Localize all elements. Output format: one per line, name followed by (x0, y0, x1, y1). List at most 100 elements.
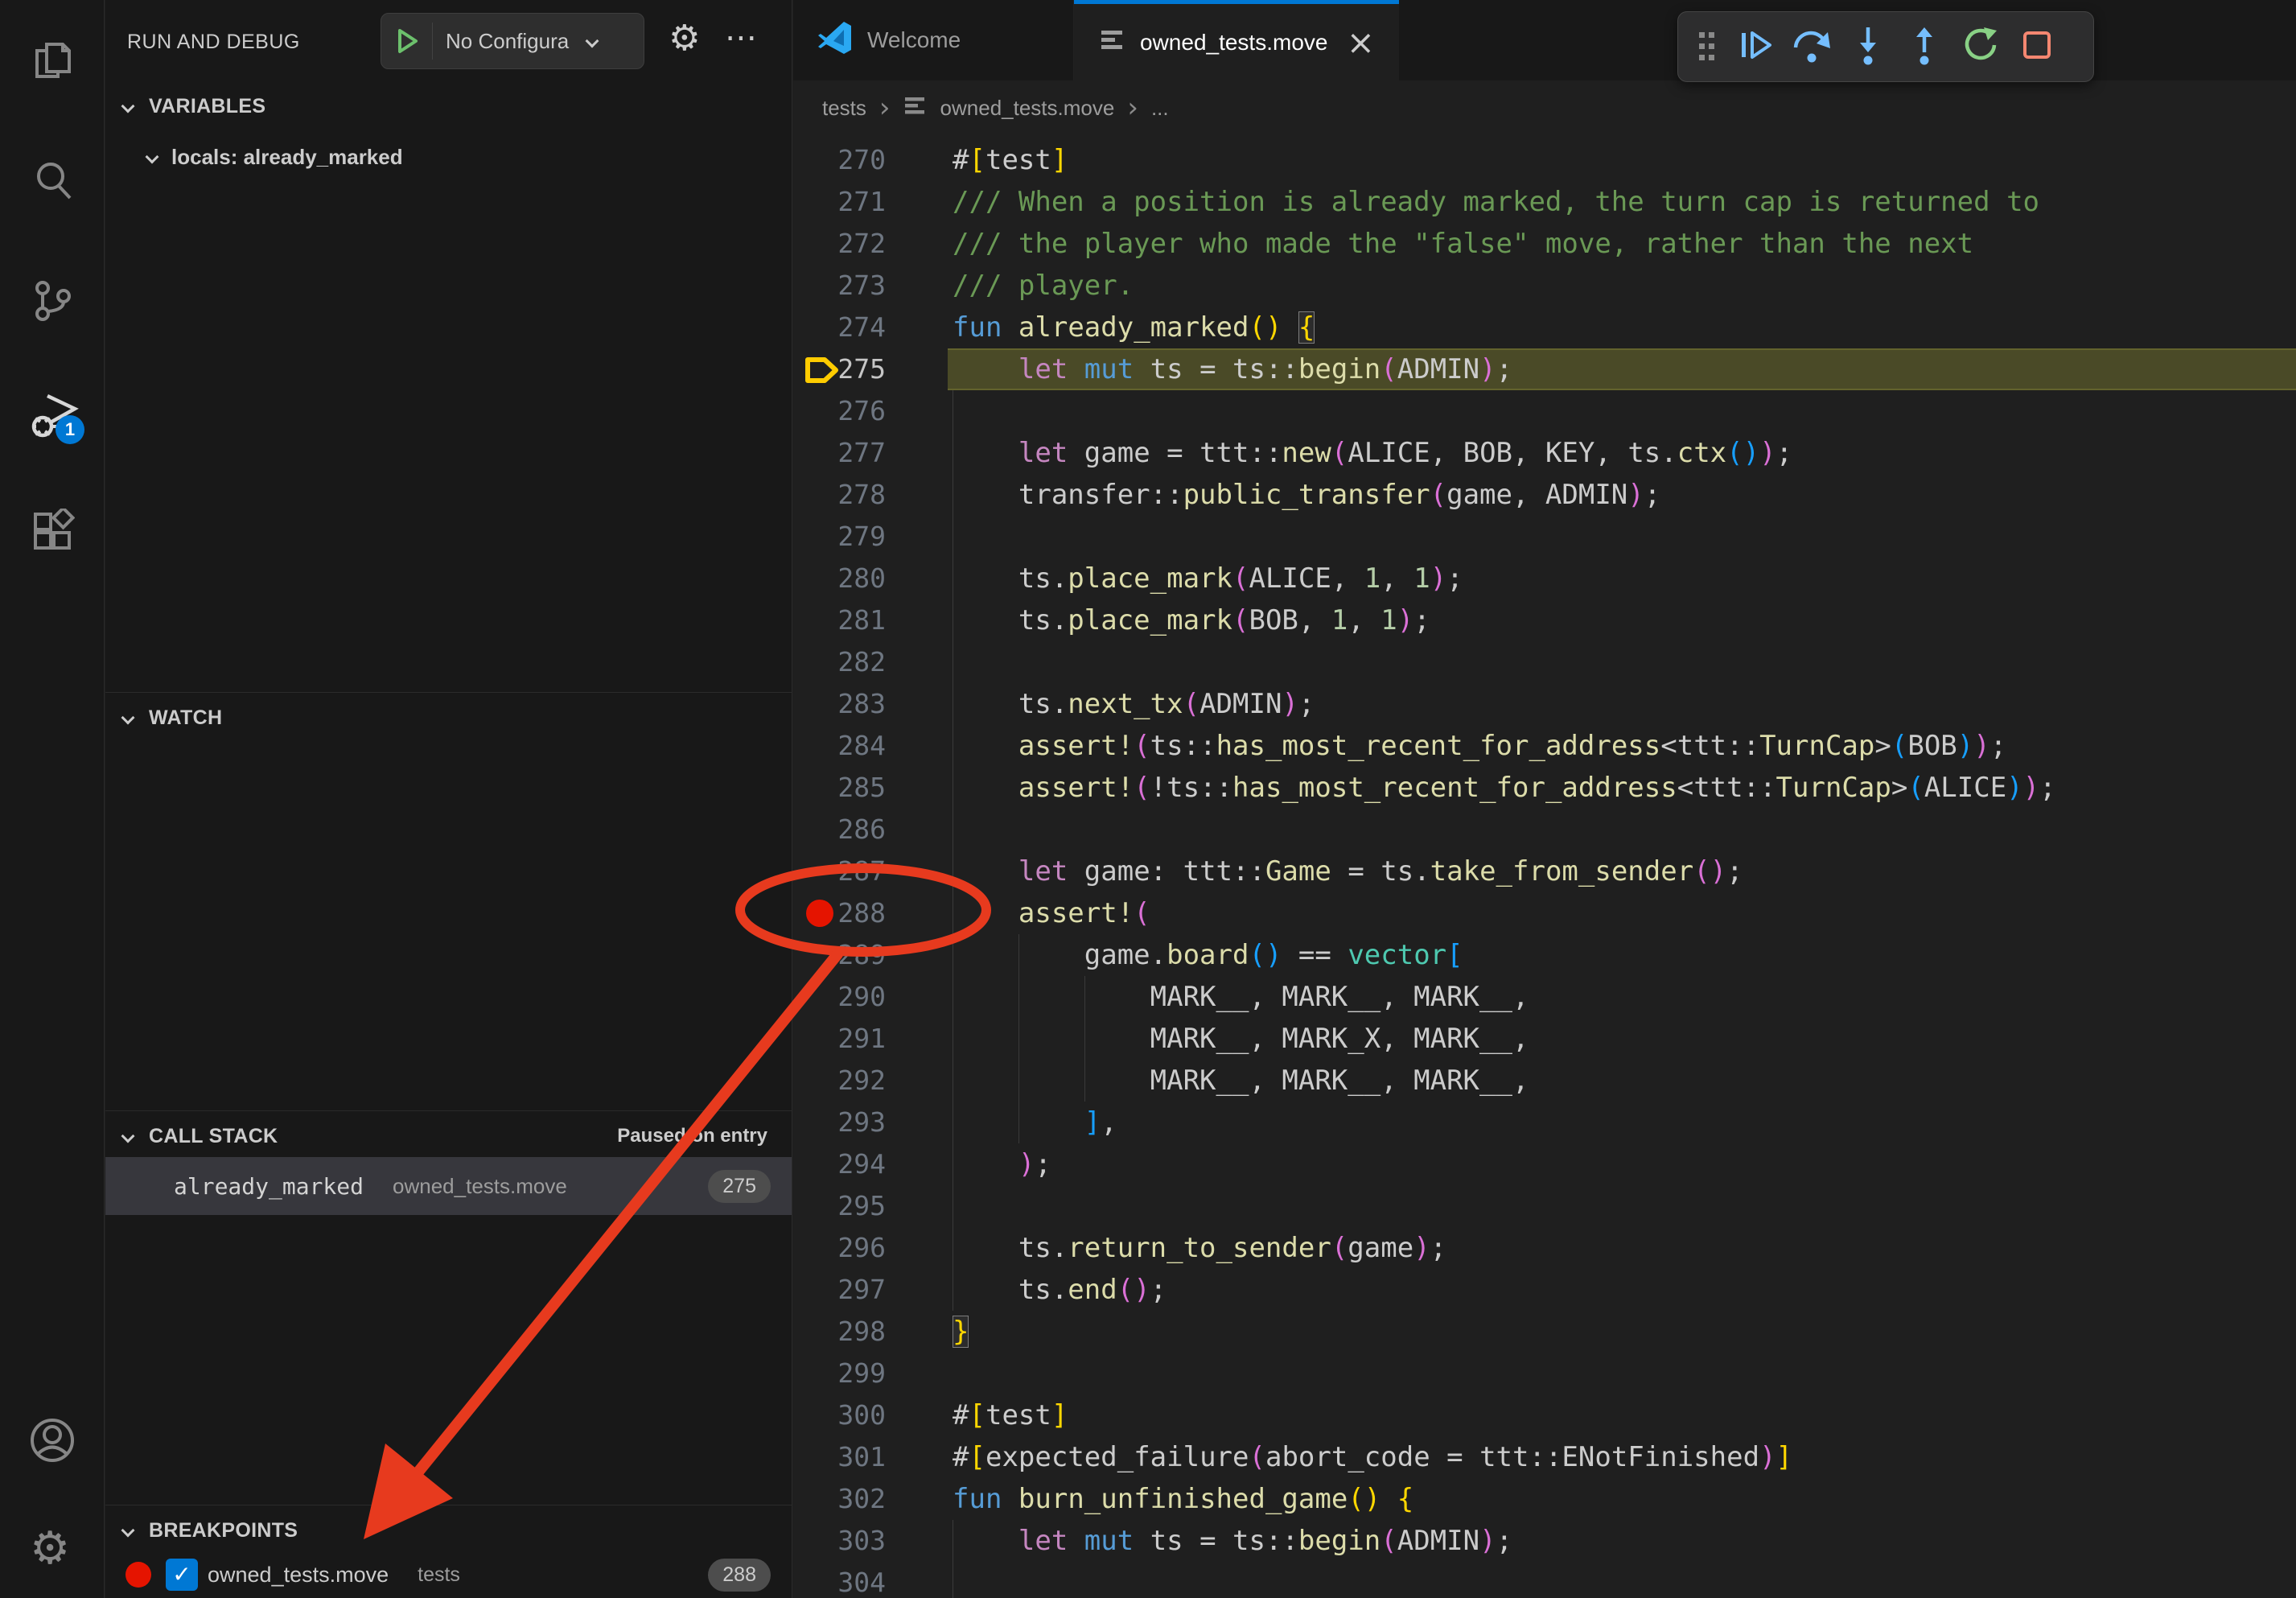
line-number[interactable]: 290 (793, 976, 886, 1018)
code-text[interactable]: /// player. (953, 265, 1134, 307)
close-icon[interactable]: × (1347, 31, 1375, 55)
line-number[interactable]: 273 (793, 265, 886, 307)
code-text[interactable]: ts.next_tx(ADMIN); (953, 683, 1315, 725)
code-text[interactable]: /// the player who made the "false" move… (953, 223, 1973, 265)
line-number[interactable]: 292 (793, 1060, 886, 1102)
code-text[interactable]: MARK__, MARK_X, MARK__, (953, 1018, 1529, 1060)
line-number[interactable]: 293 (793, 1102, 886, 1143)
code-line[interactable]: 303 let mut ts = ts::begin(ADMIN); (793, 1520, 2296, 1562)
code-text[interactable]: let mut ts = ts::begin(ADMIN); (953, 348, 1512, 390)
code-line[interactable]: 299 (793, 1353, 2296, 1394)
step-into-button[interactable] (1842, 21, 1894, 72)
continue-button[interactable] (1730, 21, 1781, 72)
line-number[interactable]: 282 (793, 641, 886, 683)
code-area[interactable]: 270 #[test] 271 /// When a position is alre… (793, 139, 2296, 1598)
code-line[interactable]: 284 assert!(ts::has_most_recent_for_addr… (793, 725, 2296, 767)
code-line[interactable]: 298} (793, 1311, 2296, 1353)
line-number[interactable]: 270 (793, 139, 886, 181)
code-line[interactable]: 273 /// player. (793, 265, 2296, 307)
code-text[interactable]: MARK__, MARK__, MARK__, (953, 976, 1529, 1018)
line-number[interactable]: 291 (793, 1018, 886, 1060)
line-number[interactable]: 279 (793, 516, 886, 558)
line-number[interactable]: 278 (793, 474, 886, 516)
line-number[interactable]: 300 (793, 1394, 886, 1436)
stop-button[interactable] (2011, 21, 2063, 72)
line-number[interactable]: 281 (793, 599, 886, 641)
code-line[interactable]: 281 ts.place_mark(BOB, 1, 1); (793, 599, 2296, 641)
debug-settings-gear-icon[interactable]: ⚙ (669, 18, 700, 59)
line-number[interactable]: 302 (793, 1478, 886, 1520)
code-line[interactable]: 292 MARK__, MARK__, MARK__, (793, 1060, 2296, 1102)
code-text[interactable]: let mut ts = ts::begin(ADMIN); (953, 1520, 1512, 1562)
breadcrumb-folder[interactable]: tests (822, 96, 866, 121)
line-number[interactable]: 277 (793, 432, 886, 474)
start-debug-icon[interactable] (381, 23, 433, 60)
line-number[interactable]: 275 (793, 348, 886, 390)
code-line[interactable]: 302 fun burn_unfinished_game() { (793, 1478, 2296, 1520)
code-line[interactable]: 295 (793, 1185, 2296, 1227)
code-text[interactable]: let game: ttt::Game = ts.take_from_sende… (953, 850, 1743, 892)
code-text[interactable]: ts.place_mark(ALICE, 1, 1); (953, 558, 1463, 599)
code-text[interactable]: transfer::public_transfer(game, ADMIN); (953, 474, 1660, 516)
line-number[interactable]: 294 (793, 1143, 886, 1185)
line-number[interactable]: 274 (793, 307, 886, 348)
code-text[interactable]: ts.place_mark(BOB, 1, 1); (953, 599, 1430, 641)
code-text[interactable]: } (953, 1311, 969, 1353)
code-text[interactable]: /// When a position is already marked, t… (953, 181, 2039, 223)
code-text[interactable]: ], (953, 1102, 1117, 1143)
line-number[interactable]: 283 (793, 683, 886, 725)
line-number[interactable]: 280 (793, 558, 886, 599)
code-line[interactable]: 278 transfer::public_transfer(game, ADMI… (793, 474, 2296, 516)
code-text[interactable]: MARK__, MARK__, MARK__, (953, 1060, 1529, 1102)
code-text[interactable]: fun already_marked() { (953, 307, 1315, 348)
code-text[interactable]: ts.end(); (953, 1269, 1167, 1311)
code-line[interactable]: 271 /// When a position is already marked… (793, 181, 2296, 223)
line-number[interactable]: 287 (793, 850, 886, 892)
code-line[interactable]: 276 (793, 390, 2296, 432)
line-number[interactable]: 286 (793, 809, 886, 850)
line-number[interactable]: 304 (793, 1562, 886, 1598)
line-number[interactable]: 285 (793, 767, 886, 809)
code-text[interactable]: fun burn_unfinished_game() { (953, 1478, 1413, 1520)
code-line[interactable]: 285 assert!(!ts::has_most_recent_for_add… (793, 767, 2296, 809)
code-line[interactable]: 283 ts.next_tx(ADMIN); (793, 683, 2296, 725)
code-text[interactable]: #[expected_failure(abort_code = ttt::ENo… (953, 1436, 1792, 1478)
breadcrumb-file[interactable]: owned_tests.move (940, 96, 1115, 121)
code-line[interactable]: 288 assert!( (793, 892, 2296, 934)
settings-button[interactable]: ⚙ (30, 1522, 75, 1567)
code-text[interactable]: assert!(ts::has_most_recent_for_address<… (953, 725, 2006, 767)
code-text[interactable]: #[test] (953, 139, 1068, 181)
debug-configuration-dropdown[interactable]: No Configura (381, 13, 644, 69)
section-breakpoints[interactable]: BREAKPOINTS (105, 1513, 792, 1548)
code-line[interactable]: 289 game.board() == vector[ (793, 934, 2296, 976)
code-line[interactable]: 279 (793, 516, 2296, 558)
code-text[interactable]: ); (953, 1143, 1051, 1185)
toolbar-drag-grip[interactable] (1689, 21, 1725, 72)
line-number[interactable]: 271 (793, 181, 886, 223)
line-number[interactable]: 288 (793, 892, 886, 934)
line-number[interactable]: 289 (793, 934, 886, 976)
sidebar-item-search[interactable] (30, 159, 75, 204)
restart-button[interactable] (1955, 21, 2006, 72)
breadcrumb-symbol[interactable]: ... (1151, 96, 1169, 121)
code-line[interactable]: 290 MARK__, MARK__, MARK__, (793, 976, 2296, 1018)
line-number[interactable]: 301 (793, 1436, 886, 1478)
line-number[interactable]: 298 (793, 1311, 886, 1353)
code-line[interactable]: 294 ); (793, 1143, 2296, 1185)
code-line[interactable]: 280 ts.place_mark(ALICE, 1, 1); (793, 558, 2296, 599)
code-line[interactable]: 287 let game: ttt::Game = ts.take_from_s… (793, 850, 2296, 892)
account-button[interactable] (30, 1418, 75, 1463)
tab-welcome[interactable]: Welcome (793, 0, 1074, 80)
section-call-stack[interactable]: CALL STACK Paused on entry (105, 1118, 792, 1154)
code-text[interactable]: ts.return_to_sender(game); (953, 1227, 1446, 1269)
code-line[interactable]: 301 #[expected_failure(abort_code = ttt::… (793, 1436, 2296, 1478)
section-variables[interactable]: VARIABLES (105, 89, 792, 124)
code-line[interactable]: 282 (793, 641, 2296, 683)
code-text[interactable]: game.board() == vector[ (953, 934, 1463, 976)
sidebar-item-extensions[interactable] (30, 509, 75, 554)
line-number[interactable]: 284 (793, 725, 886, 767)
code-line[interactable]: 300#[test] (793, 1394, 2296, 1436)
line-number[interactable]: 299 (793, 1353, 886, 1394)
call-stack-frame-row[interactable]: already_marked owned_tests.move 275 (105, 1157, 792, 1215)
breakpoint-checkbox[interactable]: ✓ (166, 1559, 198, 1591)
